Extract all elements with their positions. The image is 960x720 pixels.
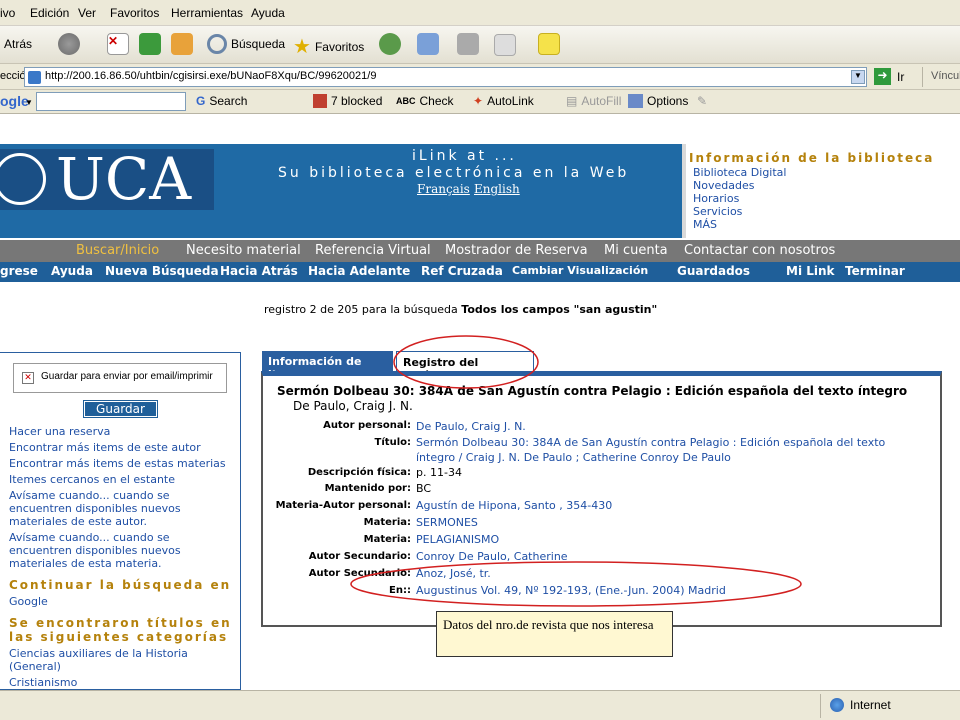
status-bar: Internet (0, 690, 960, 720)
catalog-tab-highlight (393, 335, 539, 389)
annotation-callout: Datos del nro.de revista que nos interes… (436, 611, 673, 657)
internet-zone-icon (830, 698, 844, 712)
zone-label: Internet (850, 698, 891, 712)
source-field-highlight (350, 561, 802, 607)
callout-text: Datos del nro.de revista que nos interes… (443, 617, 654, 632)
